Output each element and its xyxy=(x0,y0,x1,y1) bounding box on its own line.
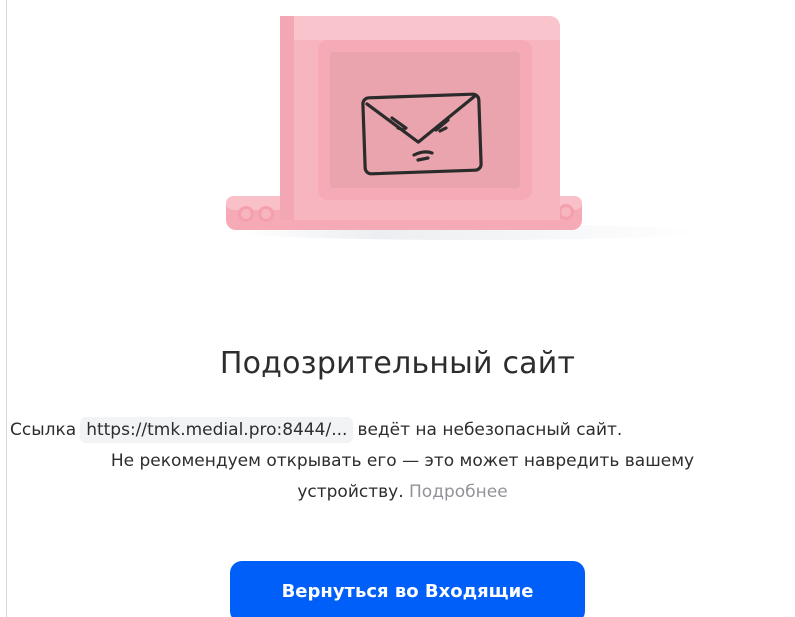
back-to-inbox-button[interactable]: Вернуться во Входящие xyxy=(230,561,585,617)
message-line-2: Не рекомендуем открывать его — это может… xyxy=(110,451,695,471)
screen xyxy=(330,52,520,188)
more-info-link[interactable]: Подробнее xyxy=(409,482,508,502)
link-suffix: ведёт на небезопасный сайт. xyxy=(357,420,623,440)
link-prefix: Ссылка xyxy=(10,420,77,440)
suspicious-site-illustration xyxy=(226,16,700,240)
message-line-3-text: устройству. xyxy=(297,482,404,502)
page-title: Подозрительный сайт xyxy=(219,346,576,381)
message-line-1: Ссылка https://tmk.medial.pro:8444/... вед… xyxy=(10,415,622,445)
suspicious-site-page: Подозрительный сайт Ссылка https://tmk.me… xyxy=(0,0,795,617)
suspicious-url: https://tmk.medial.pro:8444/... xyxy=(80,417,354,443)
message-line-3: устройству. Подробнее xyxy=(10,477,795,507)
